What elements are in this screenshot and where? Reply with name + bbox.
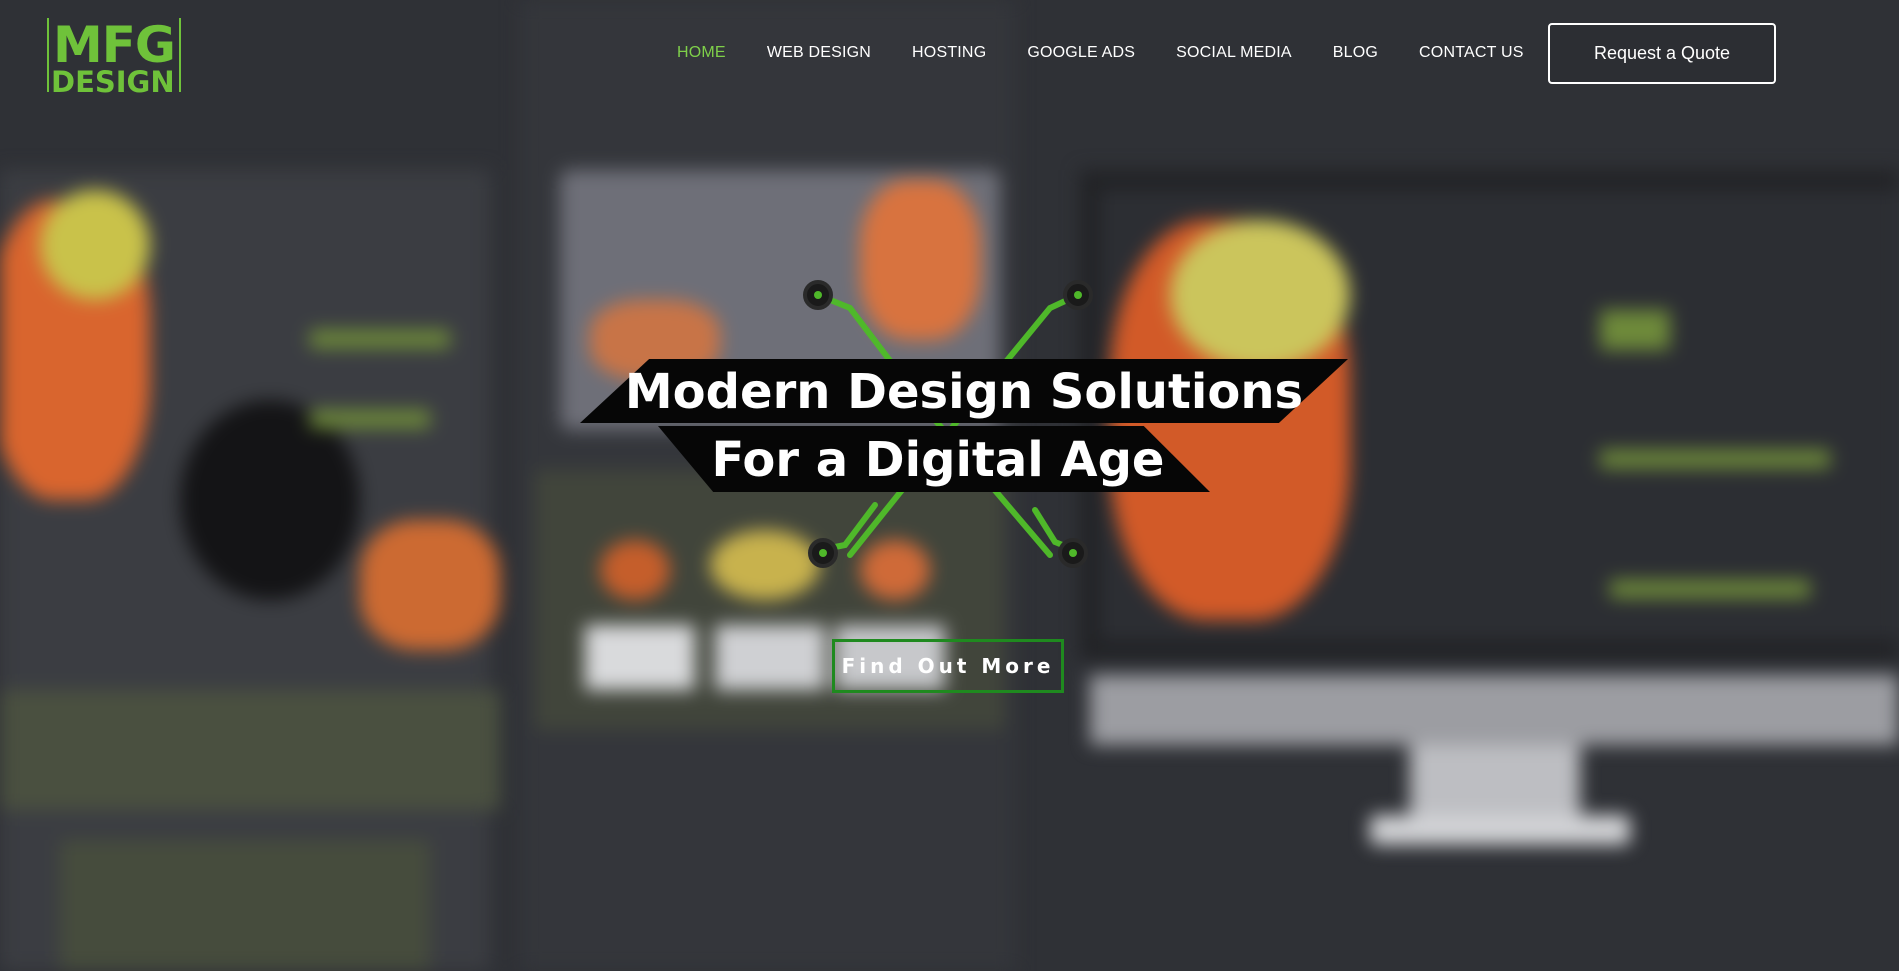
nav-item-home[interactable]: HOME <box>677 44 726 62</box>
find-out-more-button[interactable]: Find Out More <box>832 639 1064 693</box>
logo-text-top: MFG <box>53 16 176 74</box>
nav-item-google-ads[interactable]: GOOGLE ADS <box>1027 44 1135 62</box>
nav-item-hosting[interactable]: HOSTING <box>912 44 986 62</box>
nav-item-social-media[interactable]: SOCIAL MEDIA <box>1176 44 1292 62</box>
nav-item-blog[interactable]: BLOG <box>1333 44 1378 62</box>
request-quote-button[interactable]: Request a Quote <box>1548 23 1776 84</box>
main-nav: HOME WEB DESIGN HOSTING GOOGLE ADS SOCIA… <box>677 44 1565 62</box>
hero-headline-line2: For a Digital Age <box>711 432 1165 488</box>
site-logo[interactable]: MFG DESIGN <box>47 16 181 99</box>
nav-item-contact-us[interactable]: CONTACT US <box>1419 44 1524 62</box>
logo-text-bottom: DESIGN <box>51 65 175 99</box>
hero-headline-line1: Modern Design Solutions <box>624 364 1304 420</box>
nav-item-web-design[interactable]: WEB DESIGN <box>767 44 871 62</box>
